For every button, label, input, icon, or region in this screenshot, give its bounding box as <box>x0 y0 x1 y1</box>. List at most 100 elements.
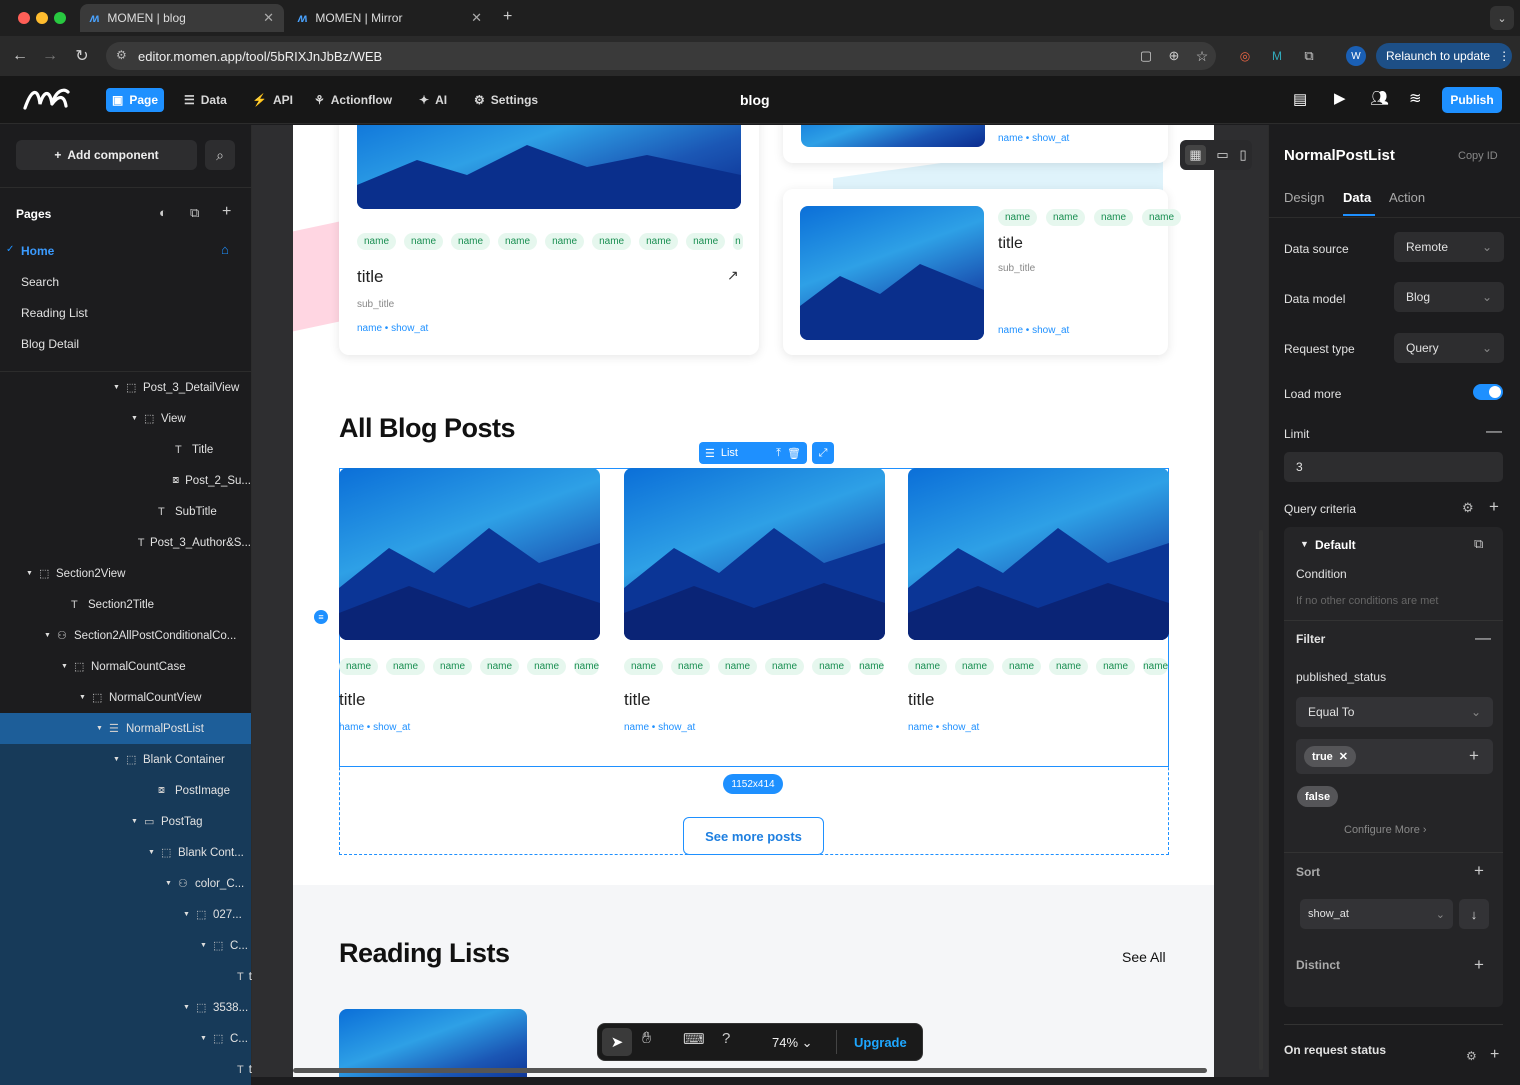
preview-file-icon[interactable]: ▤ <box>1293 90 1307 108</box>
desktop-icon[interactable]: ▭ <box>1216 147 1228 163</box>
page-item-search[interactable]: Search <box>21 275 59 289</box>
tree-node[interactable]: ⧇ Post_2_Su... <box>0 465 251 496</box>
caret-down-icon[interactable]: ▼ <box>131 818 139 825</box>
tree-node[interactable]: ▼ ⬚ 027... <box>0 899 251 930</box>
value-chip-true[interactable]: true ✕ <box>1304 746 1356 767</box>
arrow-up-right-icon[interactable]: ↗ <box>727 267 739 284</box>
home-icon[interactable]: ⌂ <box>221 242 229 257</box>
move-up-icon[interactable]: ⤒ <box>776 447 781 460</box>
close-window-button[interactable] <box>18 12 30 24</box>
caret-down-icon[interactable]: ▼ <box>113 756 121 763</box>
clipboard-icon[interactable]: ▢ <box>1134 44 1158 68</box>
caret-down-icon[interactable]: ▼ <box>200 942 208 949</box>
page-item-home[interactable]: Home <box>21 244 54 258</box>
zoom-icon[interactable]: ⊕ <box>1162 44 1186 68</box>
relaunch-button[interactable]: Relaunch to update ⋮ <box>1376 43 1512 69</box>
see-all-link[interactable]: See All <box>1122 949 1166 965</box>
list-item[interactable]: name name name name name name title name • s… <box>624 468 885 767</box>
tree-node[interactable]: ▼ ⬚ Blank Container <box>0 744 251 775</box>
side-post-card[interactable]: name • show_at <box>783 125 1168 163</box>
value-option-false[interactable]: false <box>1297 786 1339 807</box>
search-button[interactable]: ⌕ <box>205 140 235 170</box>
caret-down-icon[interactable]: ▼ <box>131 415 139 422</box>
tree-node[interactable]: ▼ ⬚ 3538... <box>0 992 251 1023</box>
tree-node[interactable]: ▼ ▭ PostTag <box>0 806 251 837</box>
load-more-toggle[interactable] <box>1473 384 1503 400</box>
see-more-posts-button[interactable]: See more posts <box>683 817 824 855</box>
caret-down-icon[interactable]: ▼ <box>183 911 191 918</box>
caret-down-icon[interactable]: ▼ <box>1300 539 1309 549</box>
tree-node[interactable]: ▼ ⬚ Blank Cont... <box>0 837 251 868</box>
tree-node[interactable]: T Section2Title <box>0 589 251 620</box>
expand-icon[interactable]: ⤢ <box>812 442 834 464</box>
bookmark-star-icon[interactable]: ☆ <box>1190 44 1214 68</box>
list-item[interactable]: name name name name name name title name • s… <box>908 468 1169 767</box>
mobile-icon[interactable]: ▯ <box>1239 147 1246 163</box>
minimize-window-button[interactable] <box>36 12 48 24</box>
menu-data[interactable]: ☰ Data <box>184 88 227 112</box>
caret-down-icon[interactable]: ▼ <box>113 384 121 391</box>
reload-icon[interactable]: ↻ <box>70 44 94 68</box>
tree-node[interactable]: ▼ ⚇ color_C... <box>0 868 251 899</box>
tree-node[interactable]: Tt <box>0 961 252 992</box>
tree-node[interactable]: ▼ ⬚ C... <box>0 930 251 961</box>
tree-node[interactable]: ▼ ⚇ Section2AllPostConditionalCo... <box>0 620 251 651</box>
horizontal-scrollbar[interactable] <box>293 1068 1207 1073</box>
data-model-select[interactable]: Blog ⌄ <box>1394 282 1504 312</box>
keyboard-icon[interactable]: ⌨ <box>683 1030 705 1048</box>
tree-node[interactable]: ▼ ⬚ C... <box>0 1023 251 1054</box>
status-settings-icon[interactable]: ⚙ <box>1466 1049 1477 1063</box>
copy-id-button[interactable]: Copy ID <box>1458 150 1498 162</box>
extension-icon[interactable]: ◎ <box>1233 44 1257 68</box>
tree-node[interactable]: T Post_3_Author&S... <box>0 527 251 558</box>
tree-node[interactable]: ▼ ⬚ Section2View <box>0 558 251 589</box>
tree-node[interactable]: ▼ ⬚ Post_3_DetailView <box>0 372 251 403</box>
play-icon[interactable]: ▶ <box>1334 89 1346 107</box>
caret-down-icon[interactable]: ▼ <box>61 663 69 670</box>
caret-down-icon[interactable]: ▼ <box>183 1004 191 1011</box>
profile-avatar[interactable]: W <box>1346 46 1366 66</box>
close-tab-icon[interactable]: ✕ <box>263 10 274 26</box>
caret-down-icon[interactable]: ▼ <box>26 570 34 577</box>
tree-node[interactable]: ▼ ⬚ NormalCountCase <box>0 651 251 682</box>
browser-tab[interactable]: ʍ MOMEN | Mirror ✕ <box>288 4 492 32</box>
extension-m-icon[interactable]: M <box>1265 44 1289 68</box>
tab-search-icon[interactable]: ⌄ <box>1490 6 1514 30</box>
menu-page[interactable]: ▣ Page <box>106 88 165 112</box>
featured-post-card[interactable]: name name name name name name name name n title… <box>339 125 759 355</box>
caret-down-icon[interactable]: ▼ <box>165 880 173 887</box>
device-switcher[interactable]: ▦ ▭ ▯ <box>1180 140 1252 170</box>
criteria-settings-icon[interactable]: ⚙ <box>1462 500 1474 516</box>
trash-icon[interactable]: 🗑︎ <box>787 447 801 460</box>
list-side-handle-icon[interactable]: ≡ <box>314 610 328 624</box>
menu-api[interactable]: ⚡ API <box>252 88 293 112</box>
add-page-icon[interactable]: + <box>222 203 231 221</box>
tab-data[interactable]: Data <box>1343 190 1371 205</box>
collapse-minus-icon[interactable]: — <box>1486 423 1502 441</box>
add-status-icon[interactable]: + <box>1490 1046 1499 1064</box>
copy-icon[interactable]: ⧉ <box>1474 536 1483 552</box>
browser-tab-active[interactable]: ʍ MOMEN | blog ✕ <box>80 4 284 32</box>
tree-node[interactable]: ⧇ PostImage <box>0 775 251 806</box>
side-post-card[interactable]: name name name name title sub_title name • … <box>783 189 1182 355</box>
new-tab-icon[interactable]: + <box>503 8 512 26</box>
sort-field-select[interactable]: show_at ⌄ <box>1300 899 1453 929</box>
limit-input[interactable]: 3 <box>1284 452 1503 482</box>
add-criteria-icon[interactable]: + <box>1489 497 1499 517</box>
sort-direction-button[interactable]: ↓ <box>1459 899 1489 929</box>
menu-settings[interactable]: ⚙ Settings <box>474 88 538 112</box>
extensions-puzzle-icon[interactable]: ⧉ <box>1297 44 1321 68</box>
forward-icon[interactable]: → <box>38 44 62 68</box>
back-icon[interactable]: ← <box>8 44 32 68</box>
page-item-blog-detail[interactable]: Blog Detail <box>21 337 79 351</box>
zoom-select[interactable]: 74% ⌄ <box>772 1035 813 1051</box>
caret-down-icon[interactable]: ▼ <box>96 725 104 732</box>
collapse-filter-icon[interactable]: — <box>1475 630 1491 648</box>
caret-down-icon[interactable]: ▼ <box>79 694 87 701</box>
operator-select[interactable]: Equal To ⌄ <box>1296 697 1493 727</box>
remove-chip-icon[interactable]: ✕ <box>1339 750 1348 763</box>
select-tool-icon[interactable]: ➤ <box>602 1028 632 1056</box>
menu-ai[interactable]: ✦ AI <box>419 88 447 112</box>
configure-more-link[interactable]: Configure More › <box>1344 824 1427 836</box>
help-icon[interactable]: ? <box>722 1030 730 1047</box>
